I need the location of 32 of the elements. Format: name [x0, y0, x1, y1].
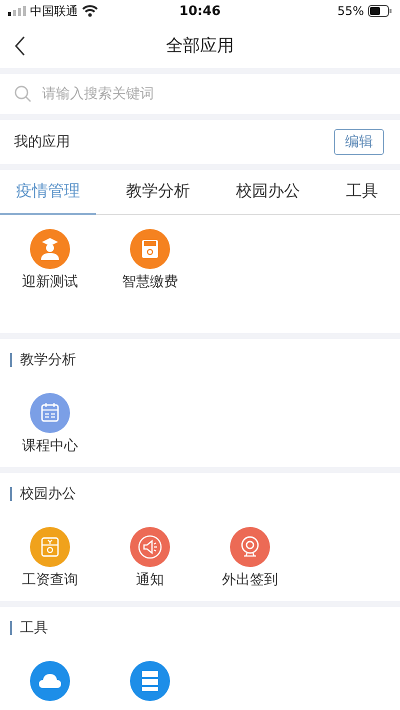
edit-button[interactable]: 编辑	[334, 129, 384, 155]
app-label: 课程中心	[22, 437, 78, 455]
category-tab[interactable]: 校园办公	[220, 170, 316, 215]
app-label: 工资查询	[22, 571, 78, 589]
app-label: 外出签到	[222, 571, 278, 589]
signal-icon	[8, 6, 26, 16]
page-title: 全部应用	[166, 34, 234, 56]
section-title: 校园办公	[20, 485, 76, 503]
clock-time: 10:46	[179, 4, 221, 18]
search-icon	[14, 85, 32, 103]
server-app-icon[interactable]	[130, 661, 170, 701]
battery-icon	[368, 5, 392, 17]
category-tab[interactable]: 工具	[330, 170, 394, 215]
back-icon	[14, 36, 26, 56]
cloud-app-icon[interactable]	[30, 661, 70, 701]
section-title: 教学分析	[20, 351, 76, 369]
search-field[interactable]: 请输入搜索关键词	[40, 85, 386, 103]
shop-app-icon[interactable]	[130, 229, 170, 269]
my-apps-label: 我的应用	[14, 133, 70, 151]
app-label: 智慧缴费	[122, 273, 178, 291]
category-tab[interactable]: 教学分析	[110, 170, 206, 215]
app-label: 迎新测试	[22, 273, 78, 291]
section-title: 工具	[20, 619, 48, 637]
graduate-app-icon[interactable]	[30, 229, 70, 269]
carrier-name: 中国联通	[30, 2, 78, 20]
wifi-icon	[82, 5, 98, 17]
calendar-app-icon[interactable]	[30, 393, 70, 433]
wallet-app-icon[interactable]	[30, 527, 70, 567]
battery-percent: 55%	[337, 4, 364, 18]
camera-app-icon[interactable]	[230, 527, 270, 567]
app-label: 通知	[136, 571, 164, 589]
megaphone-app-icon[interactable]	[130, 527, 170, 567]
